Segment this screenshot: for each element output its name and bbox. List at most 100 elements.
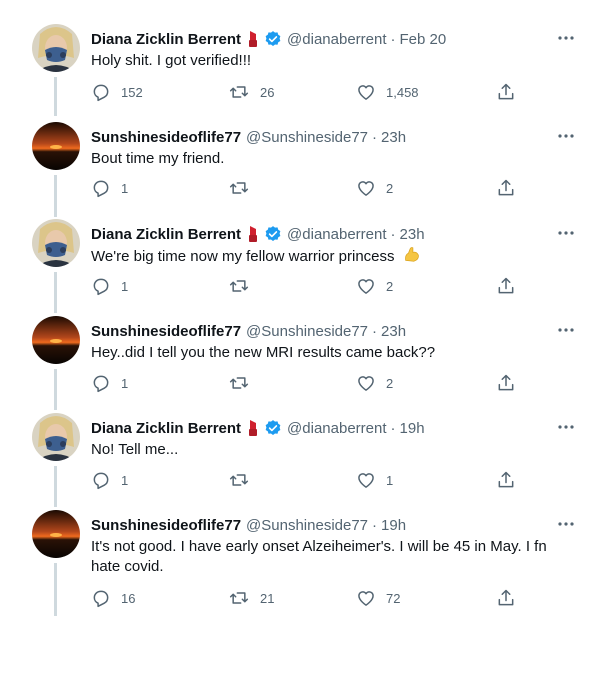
tweet-header: Sunshinesideoflife77 @Sunshineside77 · 1… [91, 514, 578, 536]
more-options-icon[interactable] [554, 225, 578, 241]
avatar[interactable] [32, 24, 80, 72]
timestamp[interactable]: 19h [400, 420, 425, 437]
display-name[interactable]: Diana Zicklin Berrent [91, 226, 241, 243]
handle[interactable]: @Sunshineside77 [246, 323, 368, 340]
handle[interactable]: @dianaberrent [287, 420, 386, 437]
avatar[interactable] [32, 510, 80, 558]
retweet-button[interactable]: 21 [228, 586, 274, 610]
share-button[interactable] [496, 371, 516, 395]
like-count: 2 [386, 180, 394, 196]
reply-button[interactable]: 1 [91, 371, 128, 395]
heart-icon [358, 591, 374, 606]
like-button[interactable]: 1 [356, 468, 393, 492]
more-options-icon[interactable] [554, 30, 578, 46]
retweet-icon [229, 182, 249, 194]
tweet-header: Diana Zicklin Berrent @dianaberrent · 23… [91, 223, 578, 245]
like-button[interactable]: 2 [356, 371, 393, 395]
reply-count: 1 [121, 472, 129, 488]
timestamp[interactable]: 19h [381, 517, 406, 534]
like-button[interactable]: 72 [356, 586, 400, 610]
tweet-actions: 152 26 1,458 [91, 80, 521, 104]
lipstick-icon [246, 30, 260, 48]
reply-button[interactable]: 1 [91, 274, 128, 298]
tweet-actions: 1 2 [91, 274, 521, 298]
timestamp[interactable]: 23h [381, 323, 406, 340]
reply-button[interactable]: 16 [91, 586, 135, 610]
share-button[interactable] [496, 80, 516, 104]
separator: · [390, 30, 396, 48]
share-icon [498, 83, 514, 100]
share-button[interactable] [496, 586, 516, 610]
lipstick-icon [246, 419, 260, 437]
reply-count: 1 [121, 180, 129, 196]
share-icon [498, 179, 514, 196]
share-button[interactable] [496, 274, 516, 298]
tweet-text: Bout time my friend. [91, 150, 225, 167]
share-icon [498, 277, 514, 294]
more-options-icon[interactable] [554, 516, 578, 532]
separator: · [372, 128, 378, 146]
display-name[interactable]: Diana Zicklin Berrent [91, 420, 241, 437]
share-button[interactable] [496, 468, 516, 492]
tweet-text: Holy shit. I got verified!!! [91, 52, 252, 69]
tweet-text-content: We're big time now my fellow warrior pri… [91, 248, 395, 265]
thread-line [54, 563, 57, 616]
tweet-text: It's not good. I have early onset Alzeih… [91, 538, 547, 575]
display-name[interactable]: Diana Zicklin Berrent [91, 31, 241, 48]
like-button[interactable]: 2 [356, 274, 393, 298]
reply-button[interactable]: 1 [91, 176, 128, 200]
heart-icon [358, 473, 374, 488]
reply-count: 16 [121, 590, 136, 606]
reply-button[interactable]: 152 [91, 80, 143, 104]
reply-count: 1 [121, 375, 129, 391]
thread-line [54, 272, 57, 313]
tweet-text: We're big time now my fellow warrior pri… [91, 246, 561, 270]
handle[interactable]: @Sunshineside77 [246, 517, 368, 534]
retweet-button[interactable] [228, 468, 260, 492]
like-button[interactable]: 1,458 [356, 80, 419, 104]
like-count: 72 [386, 590, 401, 606]
thread-line [54, 77, 57, 116]
display-name[interactable]: Sunshinesideoflife77 [91, 129, 241, 146]
retweet-count: 21 [260, 590, 275, 606]
display-name[interactable]: Sunshinesideoflife77 [91, 517, 241, 534]
thread-line [54, 175, 57, 217]
share-icon [498, 589, 514, 606]
avatar[interactable] [32, 316, 80, 364]
avatar[interactable] [32, 413, 80, 461]
reply-count: 152 [121, 84, 143, 100]
separator: · [390, 419, 396, 437]
more-options-icon[interactable] [554, 419, 578, 435]
retweet-button[interactable]: 26 [228, 80, 274, 104]
timestamp[interactable]: Feb 20 [400, 31, 447, 48]
retweet-count: 26 [260, 84, 275, 100]
retweet-button[interactable] [228, 176, 260, 200]
timestamp[interactable]: 23h [400, 226, 425, 243]
like-count: 2 [386, 375, 394, 391]
share-button[interactable] [496, 176, 516, 200]
avatar[interactable] [32, 122, 80, 170]
verified-badge-icon [264, 225, 282, 243]
display-name[interactable]: Sunshinesideoflife77 [91, 323, 241, 340]
tweet-text: No! Tell me... [91, 441, 179, 458]
retweet-button[interactable] [228, 371, 260, 395]
heart-icon [358, 279, 374, 294]
heart-icon [358, 85, 374, 100]
timestamp[interactable]: 23h [381, 129, 406, 146]
tweet-actions: 16 21 72 [91, 586, 521, 610]
reply-button[interactable]: 1 [91, 468, 128, 492]
lipstick-icon [246, 225, 260, 243]
handle[interactable]: @Sunshineside77 [246, 129, 368, 146]
conversation-thread: Diana Zicklin Berrent @dianaberrent · Fe… [0, 0, 598, 678]
tweet-header: Sunshinesideoflife77 @Sunshineside77 · 2… [91, 320, 578, 342]
more-options-icon[interactable] [554, 322, 578, 338]
handle[interactable]: @dianaberrent [287, 31, 386, 48]
avatar[interactable] [32, 219, 80, 267]
like-count: 2 [386, 278, 394, 294]
handle[interactable]: @dianaberrent [287, 226, 386, 243]
retweet-icon [229, 377, 249, 389]
retweet-button[interactable] [228, 274, 260, 298]
like-button[interactable]: 2 [356, 176, 393, 200]
tweet-header: Sunshinesideoflife77 @Sunshineside77 · 2… [91, 126, 578, 148]
more-options-icon[interactable] [554, 128, 578, 144]
